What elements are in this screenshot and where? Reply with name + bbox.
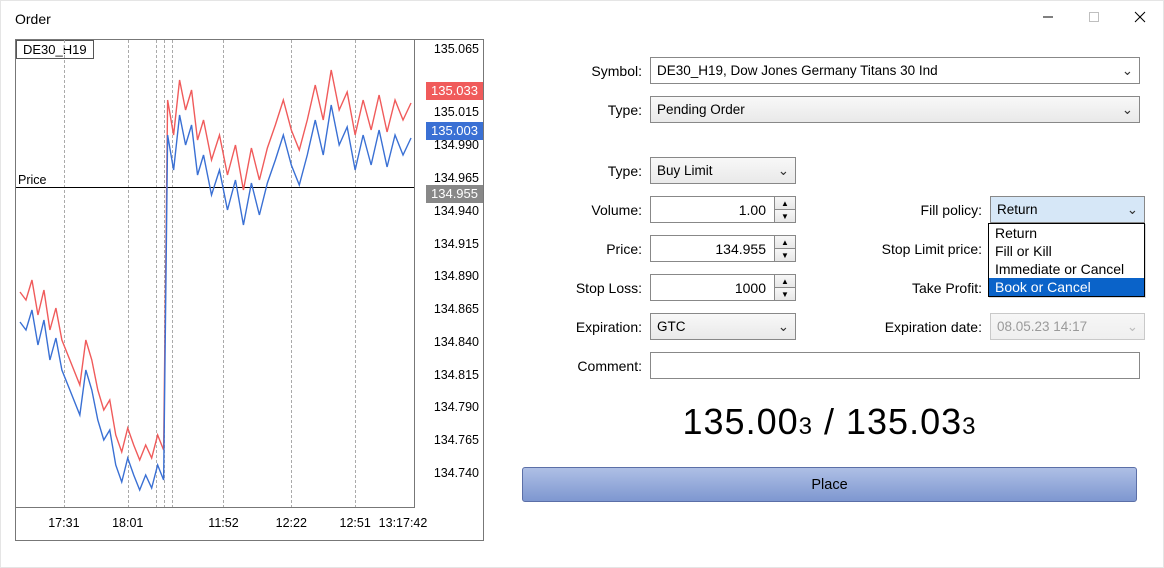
ask-main: 135.03 <box>846 401 962 442</box>
fill-policy-option-fok[interactable]: Fill or Kill <box>989 242 1144 260</box>
chevron-down-icon: ⌄ <box>1122 63 1133 79</box>
order-main-type-select[interactable]: Pending Order ⌄ <box>650 96 1140 123</box>
take-profit-label: Take Profit: <box>842 280 990 296</box>
order-type-value: Buy Limit <box>657 163 713 178</box>
y-tick: 135.015 <box>434 106 479 118</box>
content-area: DE30_H19 Price <box>1 37 1163 559</box>
spinner-down-icon[interactable]: ▼ <box>775 249 795 261</box>
volume-label: Volume: <box>514 202 650 218</box>
y-tick: 134.765 <box>434 434 479 446</box>
place-button-label: Place <box>811 477 847 493</box>
chart-series <box>16 40 415 508</box>
y-tick: 135.065 <box>434 43 479 55</box>
expiration-select[interactable]: GTC ⌄ <box>650 313 796 340</box>
symbol-label: Symbol: <box>514 63 650 79</box>
fill-policy-option-return[interactable]: Return <box>989 224 1144 242</box>
stop-loss-label: Stop Loss: <box>514 280 650 296</box>
stop-limit-label: Stop Limit price: <box>842 241 990 257</box>
order-type-select[interactable]: Buy Limit ⌄ <box>650 157 796 184</box>
expiration-label: Expiration: <box>514 319 650 335</box>
fill-policy-value: Return <box>997 202 1038 217</box>
x-tick: 18:01 <box>112 516 143 530</box>
volume-input[interactable]: 1.00 ▲ ▼ <box>650 196 796 223</box>
maximize-button <box>1071 1 1117 33</box>
ask-price-box: 135.033 <box>426 82 483 100</box>
expiration-date-value: 08.05.23 14:17 <box>997 319 1087 334</box>
type-value: Pending Order <box>657 102 745 117</box>
bid-ask-display: 135.003 / 135.033 <box>514 401 1145 443</box>
chevron-down-icon: ⌄ <box>778 163 789 179</box>
symbol-value: DE30_H19, Dow Jones Germany Titans 30 In… <box>657 63 938 78</box>
fill-policy-dropdown: Return Fill or Kill Immediate or Cancel … <box>988 223 1145 297</box>
window-title: Order <box>1 1 1163 37</box>
y-tick: 134.915 <box>434 238 479 250</box>
place-button[interactable]: Place <box>522 467 1137 502</box>
y-tick: 134.840 <box>434 336 479 348</box>
spinner-up-icon[interactable]: ▲ <box>775 275 795 288</box>
x-tick: 12:51 <box>340 516 371 530</box>
price-spinner[interactable]: ▲ ▼ <box>774 235 796 262</box>
expiration-date-label: Expiration date: <box>842 319 990 335</box>
last-price-box: 134.955 <box>426 185 483 203</box>
x-tick: 13:17:42 <box>379 516 428 530</box>
minimize-button[interactable] <box>1025 1 1071 33</box>
ask-sub: 3 <box>962 413 976 440</box>
stop-loss-spinner[interactable]: ▲ ▼ <box>774 274 796 301</box>
window-title-text: Order <box>15 11 51 27</box>
order-form: Symbol: DE30_H19, Dow Jones Germany Tita… <box>514 39 1145 541</box>
y-tick: 134.815 <box>434 369 479 381</box>
x-tick: 12:22 <box>276 516 307 530</box>
minimize-icon <box>1042 11 1054 23</box>
y-tick: 134.740 <box>434 467 479 479</box>
fill-policy-label: Fill policy: <box>842 202 990 218</box>
bid-price-box: 135.003 <box>426 122 483 140</box>
chevron-down-icon: ⌄ <box>1127 319 1138 335</box>
symbol-select[interactable]: DE30_H19, Dow Jones Germany Titans 30 In… <box>650 57 1140 84</box>
chevron-down-icon: ⌄ <box>778 319 789 335</box>
y-axis: 135.065 135.015 134.990 134.965 134.940 … <box>414 40 483 508</box>
price-chart[interactable]: DE30_H19 Price <box>15 39 484 541</box>
spinner-up-icon[interactable]: ▲ <box>775 197 795 210</box>
stop-loss-input[interactable]: 1000 ▲ ▼ <box>650 274 796 301</box>
order-window: Order DE30_H19 <box>0 0 1164 568</box>
volume-spinner[interactable]: ▲ ▼ <box>774 196 796 223</box>
volume-value[interactable]: 1.00 <box>650 196 774 223</box>
x-axis: 17:31 18:01 11:52 12:22 12:51 13:17:42 <box>16 507 415 540</box>
comment-label: Comment: <box>514 358 650 374</box>
spinner-down-icon[interactable]: ▼ <box>775 210 795 222</box>
y-tick: 134.865 <box>434 303 479 315</box>
type-label: Type: <box>514 102 650 118</box>
bid-sub: 3 <box>799 413 813 440</box>
fill-policy-select[interactable]: Return ⌄ <box>990 196 1145 223</box>
y-tick: 134.790 <box>434 401 479 413</box>
plot-area: DE30_H19 Price <box>16 40 415 508</box>
spinner-up-icon[interactable]: ▲ <box>775 236 795 249</box>
chevron-down-icon: ⌄ <box>1127 202 1138 218</box>
window-buttons <box>1025 1 1163 33</box>
price-separator: / <box>813 401 846 442</box>
close-icon <box>1134 11 1146 23</box>
price-label: Price: <box>514 241 650 257</box>
x-tick: 17:31 <box>48 516 79 530</box>
maximize-icon <box>1088 11 1100 23</box>
x-tick: 11:52 <box>208 516 238 530</box>
comment-input[interactable] <box>650 352 1140 379</box>
y-tick: 134.940 <box>434 205 479 217</box>
expiration-date-select: 08.05.23 14:17 ⌄ <box>990 313 1145 340</box>
y-tick: 134.890 <box>434 270 479 282</box>
bid-main: 135.00 <box>683 401 799 442</box>
chevron-down-icon: ⌄ <box>1122 102 1133 118</box>
fill-policy-option-boc[interactable]: Book or Cancel <box>989 278 1144 296</box>
price-input[interactable]: 134.955 ▲ ▼ <box>650 235 796 262</box>
stop-loss-value[interactable]: 1000 <box>650 274 774 301</box>
order-type-label: Type: <box>514 163 650 179</box>
fill-policy-option-ioc[interactable]: Immediate or Cancel <box>989 260 1144 278</box>
spinner-down-icon[interactable]: ▼ <box>775 288 795 300</box>
close-button[interactable] <box>1117 1 1163 33</box>
y-tick: 134.965 <box>434 172 479 184</box>
y-tick: 134.990 <box>434 139 479 151</box>
expiration-value: GTC <box>657 319 686 334</box>
price-value[interactable]: 134.955 <box>650 235 774 262</box>
